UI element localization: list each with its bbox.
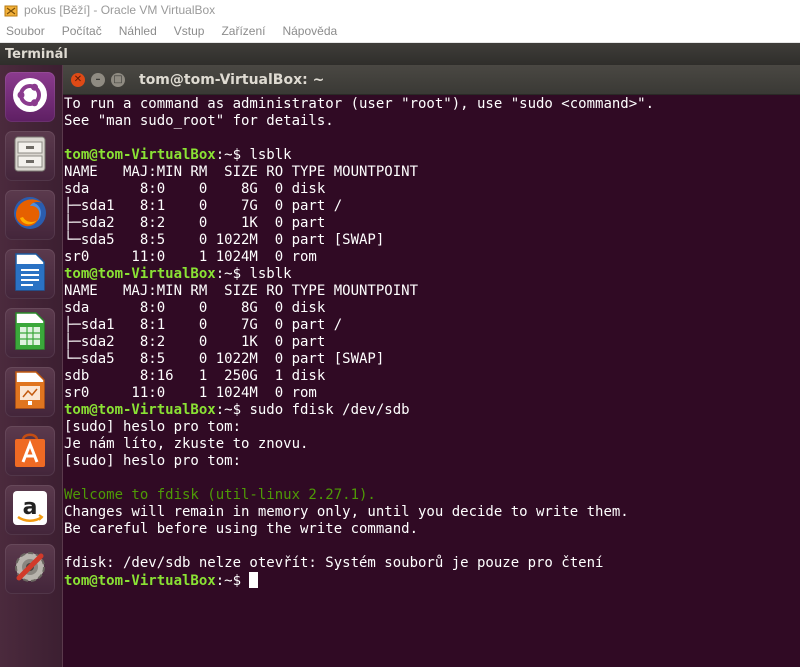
output-line: NAME MAJ:MIN RM SIZE RO TYPE MOUNTPOINT [64,283,419,299]
output-line: ├─sda1 8:1 0 7G 0 part / [64,317,343,333]
prompt-suffix: :~$ [215,266,250,282]
svg-text:a: a [23,495,38,520]
output-line: ├─sda2 8:2 0 1K 0 part [64,215,326,231]
typed-command: lsblk [249,266,292,282]
vbox-menubar: Soubor Počítač Náhled Vstup Zařízení Náp… [0,20,800,43]
prompt-suffix: :~$ [215,147,250,163]
menu-vstup[interactable]: Vstup [174,24,205,38]
amazon-icon: a [10,488,50,532]
output-line: [sudo] heslo pro tom: [64,419,242,435]
output-line: sda 8:0 0 8G 0 disk [64,181,326,197]
fdisk-welcome-line: Welcome to fdisk (util-linux 2.27.1). [64,487,376,503]
terminal-output[interactable]: To run a command as administrator (user … [64,96,794,589]
virtualbox-app-icon [4,3,18,17]
output-line: sr0 11:0 1 1024M 0 rom [64,249,317,265]
launcher-libreoffice-impress[interactable] [5,367,55,417]
typed-command: sudo fdisk /dev/sdb [249,402,410,418]
menu-soubor[interactable]: Soubor [6,24,45,38]
output-line: └─sda5 8:5 0 1022M 0 part [SWAP] [64,232,385,248]
shell-prompt: tom@tom-VirtualBox [64,147,216,163]
text-cursor [249,572,259,588]
writer-document-icon [13,252,47,296]
prompt-suffix: :~$ [215,402,250,418]
prompt-line: tom@tom-VirtualBox:~$ sudo fdisk /dev/sd… [64,402,794,419]
launcher-libreoffice-writer[interactable] [5,249,55,299]
output-line: sda 8:0 0 8G 0 disk [64,300,326,316]
launcher-amazon[interactable]: a [5,485,55,535]
output-line: sdb 8:16 1 250G 1 disk [64,368,326,384]
unity-launcher: a [0,65,63,667]
prompt-suffix: :~$ [215,573,250,589]
launcher-files[interactable] [5,131,55,181]
shell-prompt: tom@tom-VirtualBox [64,266,216,282]
output-line: ├─sda1 8:1 0 7G 0 part / [64,198,343,214]
launcher-firefox[interactable] [5,190,55,240]
menu-nahled[interactable]: Náhled [119,24,157,38]
terminal-title: tom@tom-VirtualBox: ~ [139,71,325,88]
settings-gear-wrench-icon [10,547,50,591]
prompt-line: tom@tom-VirtualBox:~$ lsblk [64,266,794,283]
prompt-line: tom@tom-VirtualBox:~$ [64,572,794,589]
active-app-title: Terminál [5,46,68,62]
menu-pocitac[interactable]: Počítač [62,24,102,38]
output-line: ├─sda2 8:2 0 1K 0 part [64,334,326,350]
output-line: Changes will remain in memory only, unti… [64,504,629,520]
prompt-line: tom@tom-VirtualBox:~$ lsblk [64,147,794,164]
terminal-titlebar: ✕ – □ tom@tom-VirtualBox: ~ [63,65,800,95]
minimize-window-icon[interactable]: – [91,72,105,87]
launcher-ubuntu-dash[interactable] [5,72,55,122]
ubuntu-logo-icon [10,75,50,119]
vbox-window-title: pokus [Běží] - Oracle VM VirtualBox [24,3,216,17]
terminal-window: ✕ – □ tom@tom-VirtualBox: ~ To run a com… [63,65,800,667]
file-cabinet-icon [11,134,49,178]
ubuntu-top-panel: Terminál [0,43,800,65]
menu-zarizeni[interactable]: Zařízení [221,24,265,38]
impress-presentation-icon [13,370,47,414]
menu-napoveda[interactable]: Nápověda [282,24,337,38]
output-line: sr0 11:0 1 1024M 0 rom [64,385,317,401]
shell-prompt: tom@tom-VirtualBox [64,573,216,589]
close-window-icon[interactable]: ✕ [71,72,85,87]
vbox-titlebar: pokus [Běží] - Oracle VM VirtualBox [0,0,800,20]
output-line: To run a command as administrator (user … [64,96,655,112]
calc-spreadsheet-icon [13,311,47,355]
output-line: fdisk: /dev/sdb nelze otevřít: Systém so… [64,555,604,571]
firefox-icon [10,193,50,237]
maximize-window-icon[interactable]: □ [111,72,125,87]
typed-command: lsblk [249,147,292,163]
output-line: Be careful before using the write comman… [64,521,419,537]
output-line: Je nám líto, zkuste to znovu. [64,436,309,452]
launcher-system-settings[interactable] [5,544,55,594]
launcher-libreoffice-calc[interactable] [5,308,55,358]
output-line: NAME MAJ:MIN RM SIZE RO TYPE MOUNTPOINT [64,164,419,180]
shell-prompt: tom@tom-VirtualBox [64,402,216,418]
output-line: [sudo] heslo pro tom: [64,453,242,469]
output-line: See "man sudo_root" for details. [64,113,334,129]
output-line: └─sda5 8:5 0 1022M 0 part [SWAP] [64,351,385,367]
shopping-bag-icon [11,429,49,473]
launcher-software-center[interactable] [5,426,55,476]
